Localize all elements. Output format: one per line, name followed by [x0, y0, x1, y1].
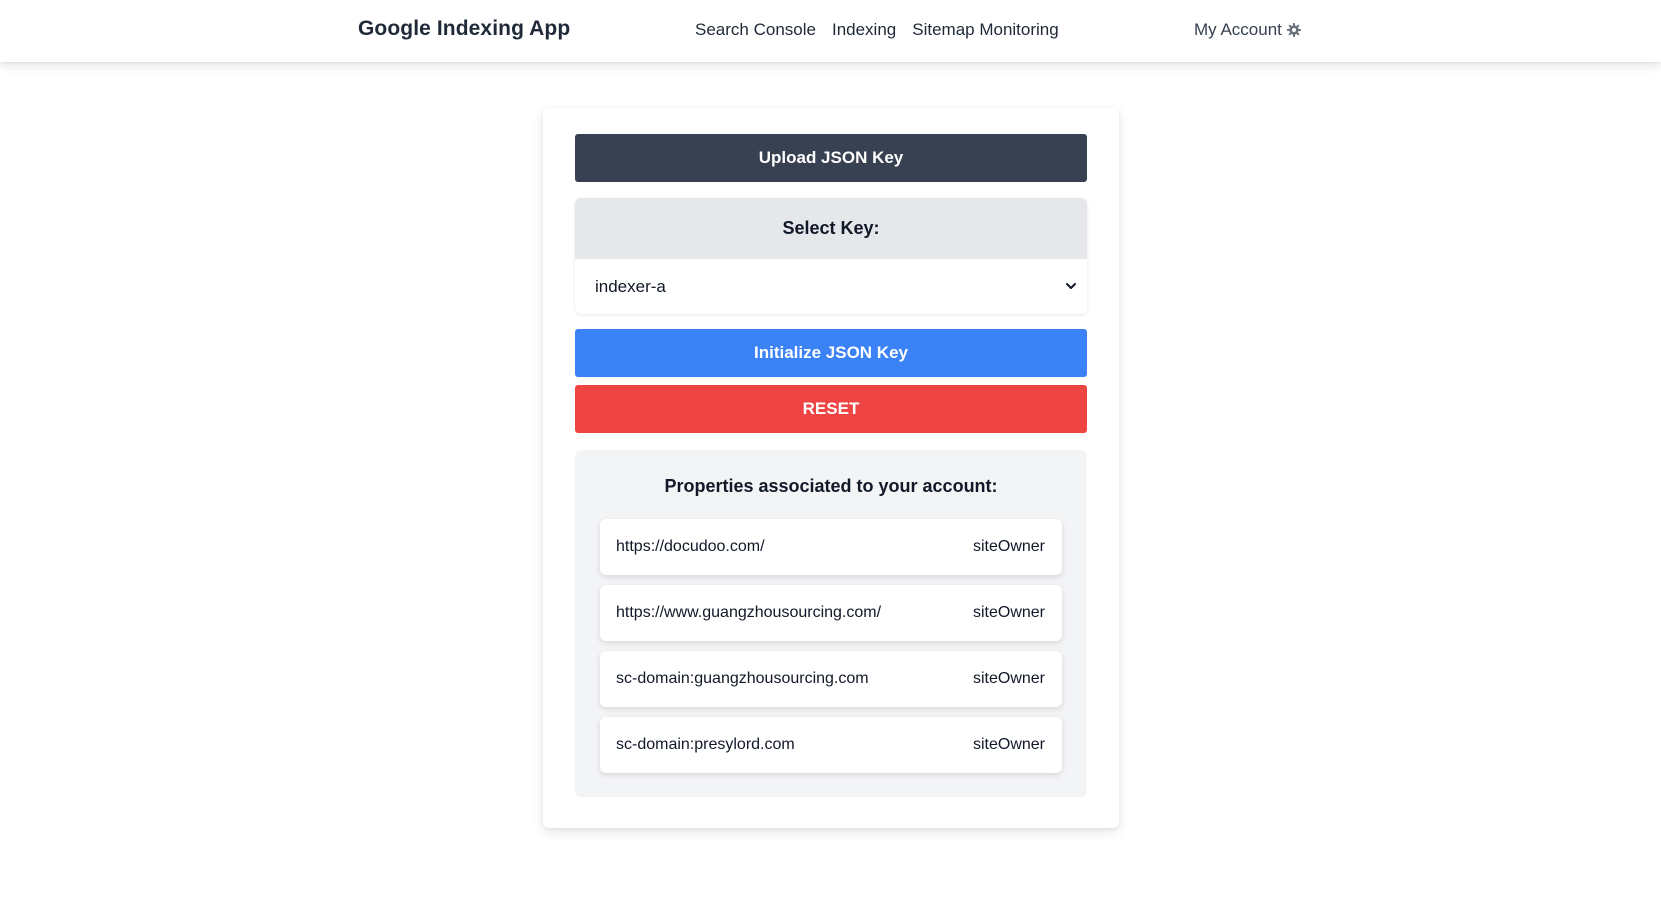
- property-url: https://docudoo.com/: [616, 538, 765, 555]
- property-item[interactable]: sc-domain:presylord.com siteOwner: [600, 717, 1062, 773]
- chevron-down-icon: [1066, 283, 1076, 289]
- select-key-panel: Select Key: indexer-a: [575, 198, 1087, 314]
- key-select-value: indexer-a: [595, 276, 666, 296]
- my-account-label: My Account: [1194, 20, 1282, 39]
- property-item[interactable]: sc-domain:guangzhousourcing.com siteOwne…: [600, 651, 1062, 707]
- property-role: siteOwner: [972, 604, 1045, 621]
- nav-indexing[interactable]: Indexing: [832, 20, 896, 40]
- app-brand[interactable]: Google Indexing App: [358, 17, 570, 41]
- select-key-label: Select Key:: [575, 198, 1087, 259]
- gear-icon: [1286, 23, 1301, 37]
- upload-json-key-button[interactable]: Upload JSON Key: [575, 134, 1087, 182]
- property-role: siteOwner: [972, 670, 1045, 687]
- nav-sitemap-monitoring[interactable]: Sitemap Monitoring: [912, 20, 1058, 40]
- property-item[interactable]: https://docudoo.com/ siteOwner: [600, 519, 1062, 575]
- property-role: siteOwner: [972, 736, 1045, 753]
- property-role: siteOwner: [972, 538, 1045, 555]
- main-nav: Search Console Indexing Sitemap Monitori…: [695, 20, 1059, 40]
- key-select-dropdown[interactable]: indexer-a: [575, 259, 1087, 314]
- property-url: https://www.guangzhousourcing.com/: [616, 604, 882, 621]
- nav-search-console[interactable]: Search Console: [695, 20, 816, 40]
- initialize-json-key-button[interactable]: Initialize JSON Key: [575, 329, 1087, 377]
- top-navbar: Google Indexing App Search Console Index…: [0, 0, 1661, 62]
- properties-panel: Properties associated to your account: h…: [575, 450, 1087, 797]
- property-url: sc-domain:presylord.com: [616, 736, 795, 753]
- property-url: sc-domain:guangzhousourcing.com: [616, 670, 869, 687]
- property-item[interactable]: https://www.guangzhousourcing.com/ siteO…: [600, 585, 1062, 641]
- properties-title: Properties associated to your account:: [664, 476, 998, 496]
- key-management-card: Upload JSON Key Select Key: indexer-a In…: [543, 108, 1119, 828]
- reset-button[interactable]: RESET: [575, 385, 1087, 433]
- my-account-menu[interactable]: My Account: [1194, 20, 1302, 40]
